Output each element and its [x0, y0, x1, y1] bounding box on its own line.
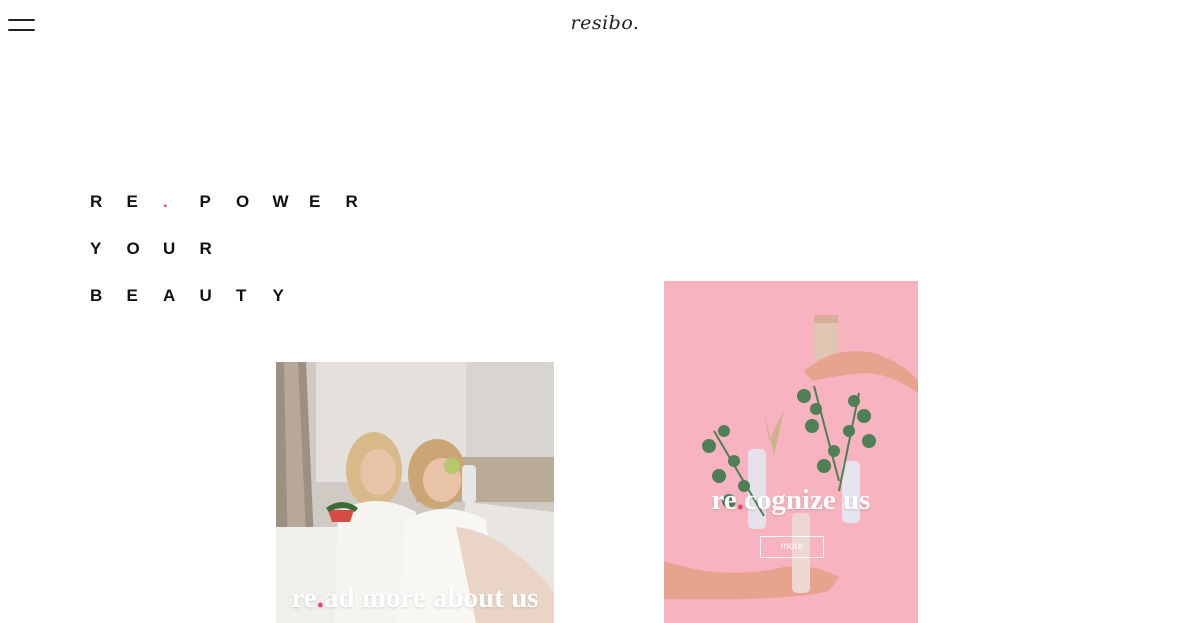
title-suffix: ad more about us — [323, 582, 539, 614]
hero-letter: R — [345, 192, 358, 211]
more-button[interactable]: more — [760, 536, 824, 558]
hero-letter: W — [272, 192, 289, 211]
title-accent-dot: . — [736, 484, 744, 516]
hero-letter: P — [199, 192, 211, 211]
title-accent-dot: . — [316, 582, 324, 614]
about-us-title: re.ad more about us — [276, 582, 554, 615]
recognize-us-card[interactable]: re.cognize us more — [664, 281, 918, 623]
hero-letter: R — [199, 239, 212, 258]
hero-letter: E — [309, 192, 321, 211]
hero-headline: R E. P O W E R Y O U R B E A U T Y — [90, 192, 382, 333]
hero-letter: R — [90, 192, 103, 211]
title-suffix: cognize us — [744, 484, 871, 516]
title-prefix: re — [291, 582, 317, 614]
hero-accent-dot: . — [163, 192, 168, 211]
product-photo-image — [664, 281, 918, 623]
hero-letter: E — [126, 192, 138, 211]
hero-letter: O — [236, 192, 250, 211]
hero-letter: U — [199, 286, 212, 305]
hero-letter: A — [163, 286, 176, 305]
hero-letter: E — [126, 286, 138, 305]
recognize-us-title: re.cognize us — [664, 484, 918, 517]
hero-line-2: YOUR — [90, 239, 382, 286]
hero-letter: T — [236, 286, 247, 305]
hamburger-menu-icon[interactable] — [8, 17, 36, 35]
menu-bar-bottom — [8, 29, 35, 31]
hero-letter: U — [163, 239, 176, 258]
hero-letter: Y — [272, 286, 284, 305]
title-prefix: re — [711, 484, 737, 516]
about-us-card[interactable]: re.ad more about us — [276, 362, 554, 623]
menu-bar-top — [8, 19, 35, 21]
hero-letter: Y — [90, 239, 102, 258]
hero-line-1: R E. P O W E R — [90, 192, 382, 239]
hero-line-3: BEAUTY — [90, 286, 382, 333]
hero-letter: B — [90, 286, 103, 305]
site-logo[interactable]: resibo. — [570, 12, 640, 34]
hero-letter: O — [126, 239, 140, 258]
